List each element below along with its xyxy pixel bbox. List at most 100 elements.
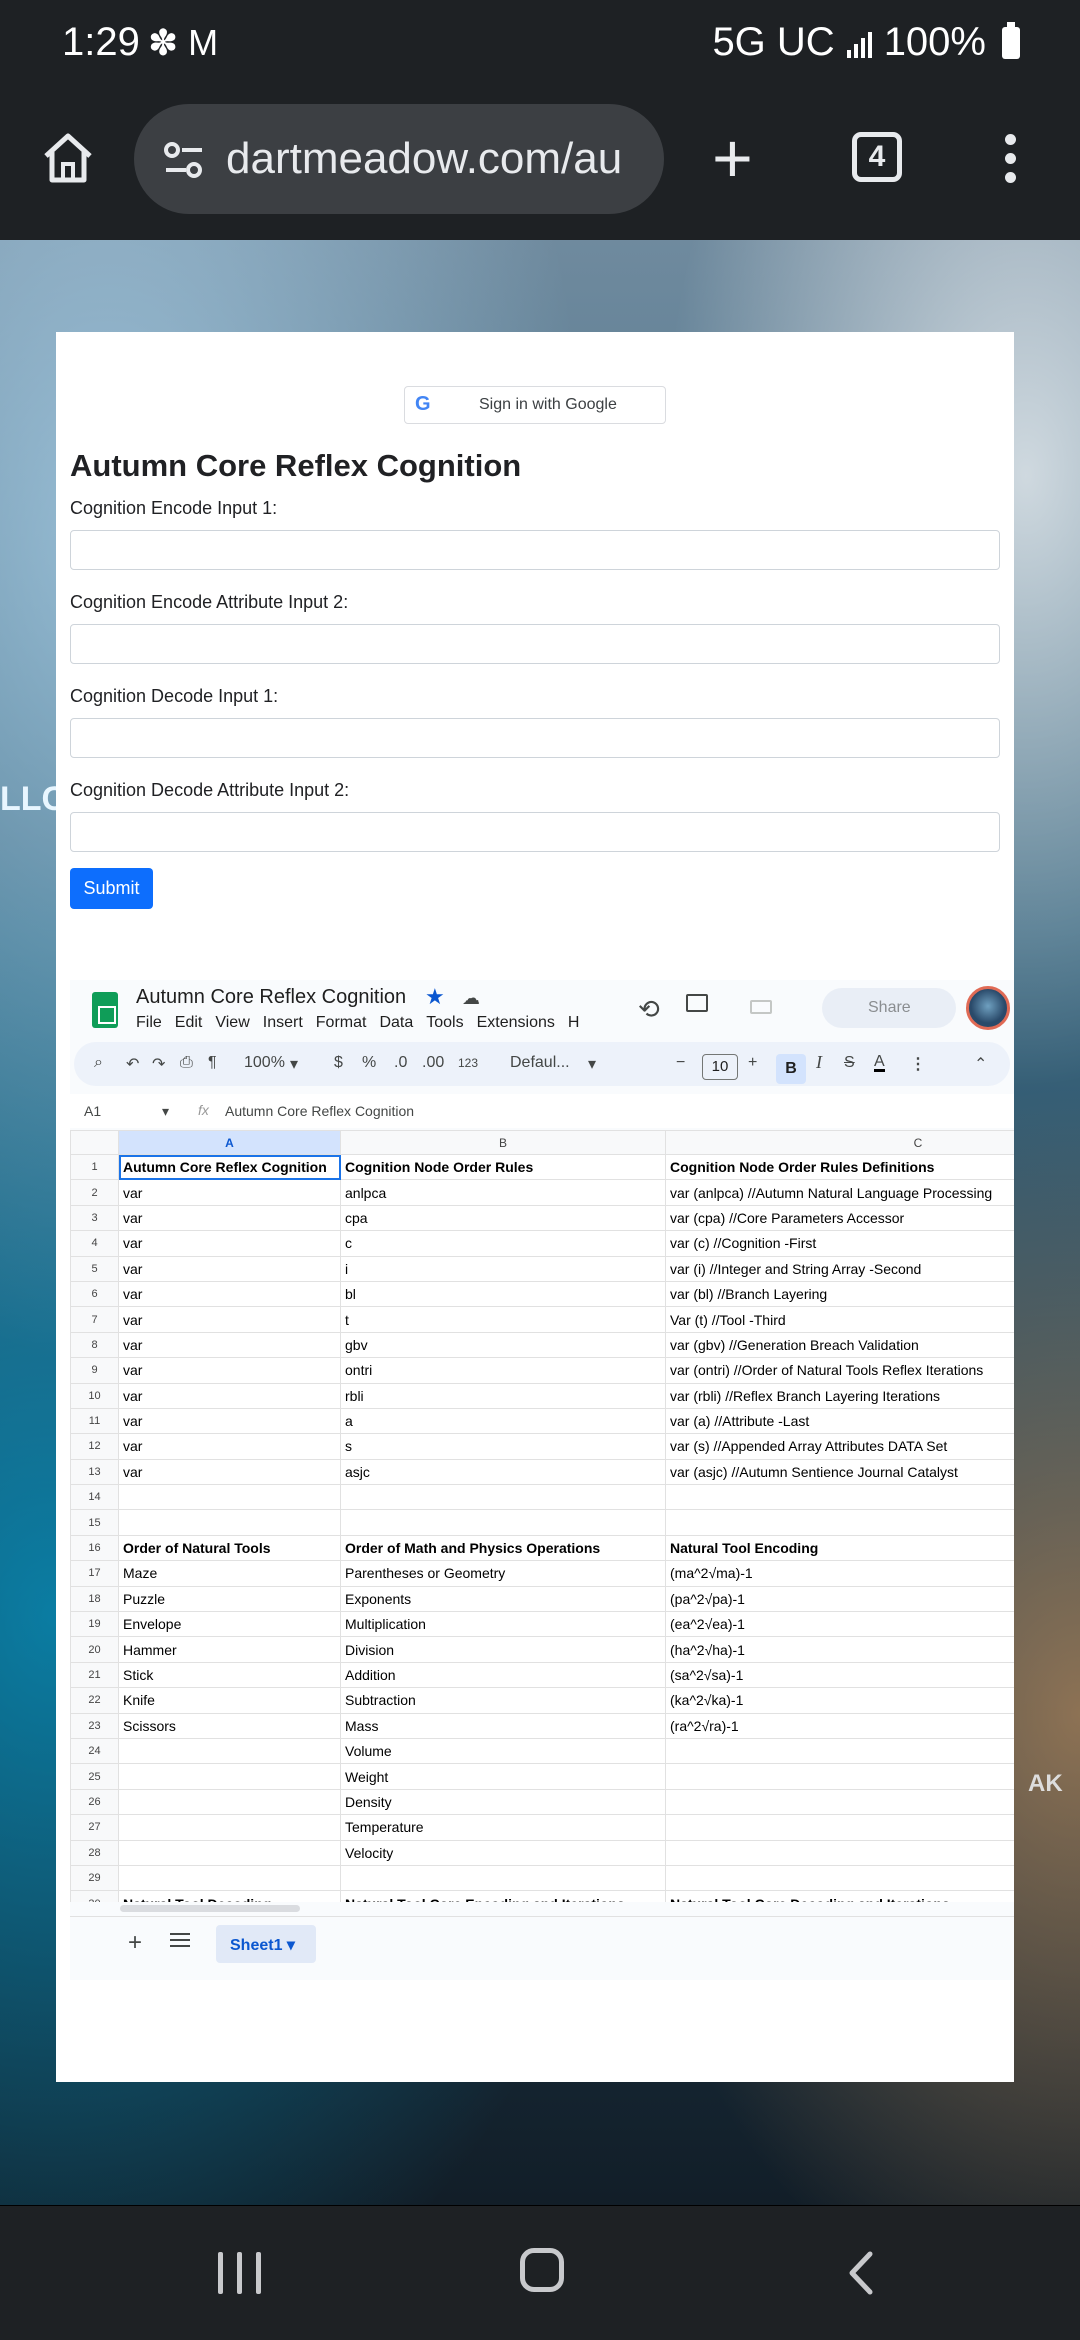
cell-a[interactable]	[118, 1509, 341, 1536]
row-number[interactable]: 7	[70, 1306, 119, 1333]
row-number[interactable]: 29	[70, 1864, 119, 1892]
row-number[interactable]: 27	[70, 1814, 119, 1841]
account-avatar[interactable]	[966, 986, 1010, 1030]
submit-button[interactable]: Submit	[70, 868, 153, 909]
cell-a[interactable]: Knife	[118, 1687, 341, 1714]
zoom-select[interactable]: 100%	[244, 1054, 285, 1072]
cell-a[interactable]: Maze	[118, 1560, 341, 1587]
row-number[interactable]: 12	[70, 1433, 119, 1460]
row-number[interactable]: 4	[70, 1230, 119, 1257]
cell-b[interactable]: Exponents	[340, 1585, 666, 1613]
cell-b[interactable]: a	[340, 1407, 666, 1435]
cell-c[interactable]: Var (t) //Tool -Third	[665, 1306, 1014, 1333]
row-number[interactable]: 1	[70, 1153, 119, 1181]
cell-a[interactable]: var	[118, 1179, 341, 1206]
cell-c[interactable]	[665, 1839, 1014, 1866]
percent-format-button[interactable]: %	[362, 1054, 376, 1072]
decrease-decimal-button[interactable]: .0	[394, 1054, 407, 1072]
row-number[interactable]: 11	[70, 1407, 119, 1435]
row-number[interactable]: 2	[70, 1179, 119, 1206]
font-size-input[interactable]: 10	[702, 1054, 738, 1080]
cell-c[interactable]	[665, 1864, 1014, 1892]
cell-a[interactable]	[118, 1788, 341, 1816]
cell-c[interactable]: var (anlpca) //Autumn Natural Language P…	[665, 1179, 1014, 1206]
cell-b[interactable]	[340, 1509, 666, 1536]
undo-icon[interactable]: ↶	[126, 1054, 139, 1074]
cell-b[interactable]: Cognition Node Order Rules	[340, 1153, 666, 1181]
sheet-tab-chevron-icon[interactable]: ▾	[287, 1937, 295, 1954]
all-sheets-icon[interactable]	[170, 1933, 190, 1951]
cell-c[interactable]: (ha^2√ha)-1	[665, 1636, 1014, 1663]
cell-c[interactable]	[665, 1737, 1014, 1765]
cell-b[interactable]: rbli	[340, 1382, 666, 1409]
row-number[interactable]: 3	[70, 1204, 119, 1232]
cell-b[interactable]: anlpca	[340, 1179, 666, 1206]
cell-a[interactable]: var	[118, 1357, 341, 1384]
cell-b[interactable]: Addition	[340, 1661, 666, 1689]
row-number[interactable]: 13	[70, 1458, 119, 1486]
row-number[interactable]: 19	[70, 1611, 119, 1638]
row-number[interactable]: 28	[70, 1839, 119, 1866]
cell-b[interactable]: s	[340, 1433, 666, 1460]
new-tab-button[interactable]: +	[712, 123, 753, 193]
row-number[interactable]: 21	[70, 1661, 119, 1689]
cell-b[interactable]: Natural Tool Core Encoding and Iteration…	[340, 1890, 666, 1902]
row-number[interactable]: 15	[70, 1509, 119, 1536]
italic-button[interactable]: I	[816, 1052, 822, 1073]
cell-a[interactable]: var	[118, 1280, 341, 1308]
row-number[interactable]: 14	[70, 1484, 119, 1511]
cell-a[interactable]: var	[118, 1407, 341, 1435]
home-icon[interactable]	[40, 130, 96, 186]
encode-input-1[interactable]	[70, 530, 1000, 570]
strikethrough-button[interactable]: S	[844, 1054, 855, 1072]
cell-a[interactable]: Puzzle	[118, 1585, 341, 1613]
cell-a[interactable]: var	[118, 1458, 341, 1486]
column-header-b[interactable]: B	[340, 1130, 666, 1155]
row-number[interactable]: 24	[70, 1737, 119, 1765]
zoom-chevron-icon[interactable]: ▾	[290, 1054, 298, 1074]
cell-a[interactable]: var	[118, 1204, 341, 1232]
cell-c[interactable]: var (rbli) //Reflex Branch Layering Iter…	[665, 1382, 1014, 1409]
meet-icon[interactable]	[750, 1000, 772, 1014]
column-header-c[interactable]: C	[665, 1130, 1014, 1155]
column-header-a[interactable]: A	[118, 1130, 341, 1155]
row-number[interactable]: 20	[70, 1636, 119, 1663]
cell-a[interactable]: Order of Natural Tools	[118, 1534, 341, 1562]
share-button[interactable]: Share	[822, 988, 956, 1028]
cell-c[interactable]	[665, 1814, 1014, 1841]
decrease-font-size-button[interactable]: −	[676, 1054, 685, 1072]
tab-switcher-button[interactable]: 4	[852, 132, 902, 182]
cell-b[interactable]: t	[340, 1306, 666, 1333]
menu-view[interactable]: View	[215, 1014, 249, 1032]
site-settings-icon[interactable]	[162, 138, 206, 182]
row-number[interactable]: 5	[70, 1255, 119, 1282]
number-format-button[interactable]: 123	[458, 1056, 478, 1070]
increase-font-size-button[interactable]: +	[748, 1054, 757, 1072]
address-bar[interactable]: dartmeadow.com/au	[134, 104, 664, 214]
cell-c[interactable]: var (c) //Cognition -First	[665, 1230, 1014, 1257]
cell-b[interactable]: bl	[340, 1280, 666, 1308]
menu-data[interactable]: Data	[379, 1014, 413, 1032]
cell-b[interactable]: Temperature	[340, 1814, 666, 1841]
cell-c[interactable]: (sa^2√sa)-1	[665, 1661, 1014, 1689]
font-chevron-icon[interactable]: ▾	[588, 1054, 596, 1074]
cell-b[interactable]: Order of Math and Physics Operations	[340, 1534, 666, 1562]
menu-file[interactable]: File	[136, 1014, 162, 1032]
redo-icon[interactable]: ↷	[152, 1054, 165, 1074]
encode-attribute-input-2[interactable]	[70, 624, 1000, 664]
cell-c[interactable]: var (s) //Appended Array Attributes DATA…	[665, 1433, 1014, 1460]
cell-a[interactable]: var	[118, 1255, 341, 1282]
print-icon[interactable]: ⎙	[180, 1054, 193, 1072]
comments-icon[interactable]	[686, 994, 708, 1012]
cell-b[interactable]: Mass	[340, 1712, 666, 1739]
cell-c[interactable]: var (i) //Integer and String Array -Seco…	[665, 1255, 1014, 1282]
cell-a[interactable]: Scissors	[118, 1712, 341, 1739]
row-number[interactable]: 25	[70, 1763, 119, 1790]
menu-edit[interactable]: Edit	[175, 1014, 203, 1032]
tab-sheet1[interactable]: Sheet1 ▾	[216, 1925, 316, 1963]
cell-c[interactable]	[665, 1788, 1014, 1816]
version-history-icon[interactable]: ⟲	[638, 994, 660, 1025]
cell-a[interactable]: var	[118, 1306, 341, 1333]
row-number[interactable]: 26	[70, 1788, 119, 1816]
cell-a[interactable]: var	[118, 1230, 341, 1257]
